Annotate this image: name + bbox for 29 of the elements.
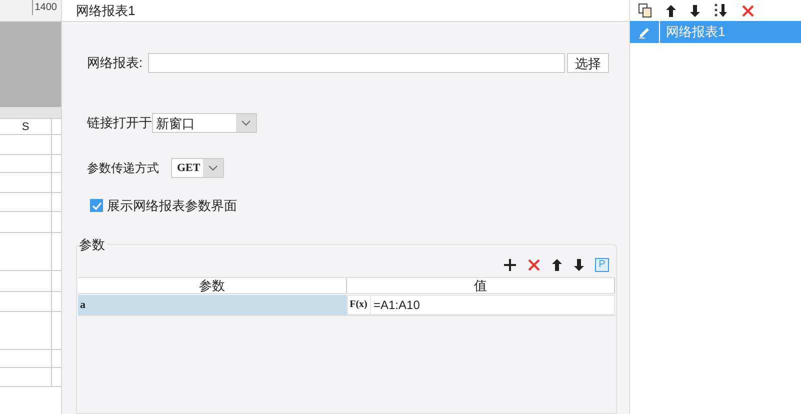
checkbox[interactable] (90, 199, 103, 212)
arrow-up-icon[interactable] (551, 258, 563, 272)
report-field[interactable] (148, 53, 565, 73)
column-header: 值 (346, 278, 615, 292)
ruler-label: 1400 (32, 0, 57, 15)
chevron-down-icon (241, 120, 251, 126)
formula-button[interactable]: F(x) (348, 296, 370, 314)
choose-button[interactable]: 选择 (567, 53, 609, 73)
field-label: 网络报表: (87, 54, 144, 72)
column-header: 参数 (78, 278, 346, 292)
move-down-icon[interactable] (713, 3, 729, 18)
add-icon[interactable] (503, 258, 517, 272)
column-header: S (0, 119, 52, 134)
field-label: 链接打开于 (87, 114, 152, 132)
chevron-down-icon (208, 165, 218, 171)
method-dropdown[interactable]: GET (171, 158, 224, 178)
arrow-up-icon[interactable] (665, 4, 677, 18)
arrow-down-icon[interactable] (573, 258, 585, 272)
dialog-title: 网络报表1 (76, 2, 136, 20)
value-field[interactable]: =A1:A10 (370, 296, 614, 314)
table-cell[interactable]: a (78, 294, 346, 314)
arrow-down-icon[interactable] (689, 4, 701, 18)
copy-icon[interactable] (638, 3, 653, 18)
field-label: 参数传递方式 (87, 160, 160, 177)
pencil-icon (638, 25, 652, 39)
open-dropdown[interactable]: 新窗口 (152, 113, 257, 133)
delete-icon[interactable] (527, 258, 541, 272)
delete-icon[interactable] (741, 4, 755, 18)
checkbox-label: 展示网络报表参数界面 (107, 197, 237, 215)
